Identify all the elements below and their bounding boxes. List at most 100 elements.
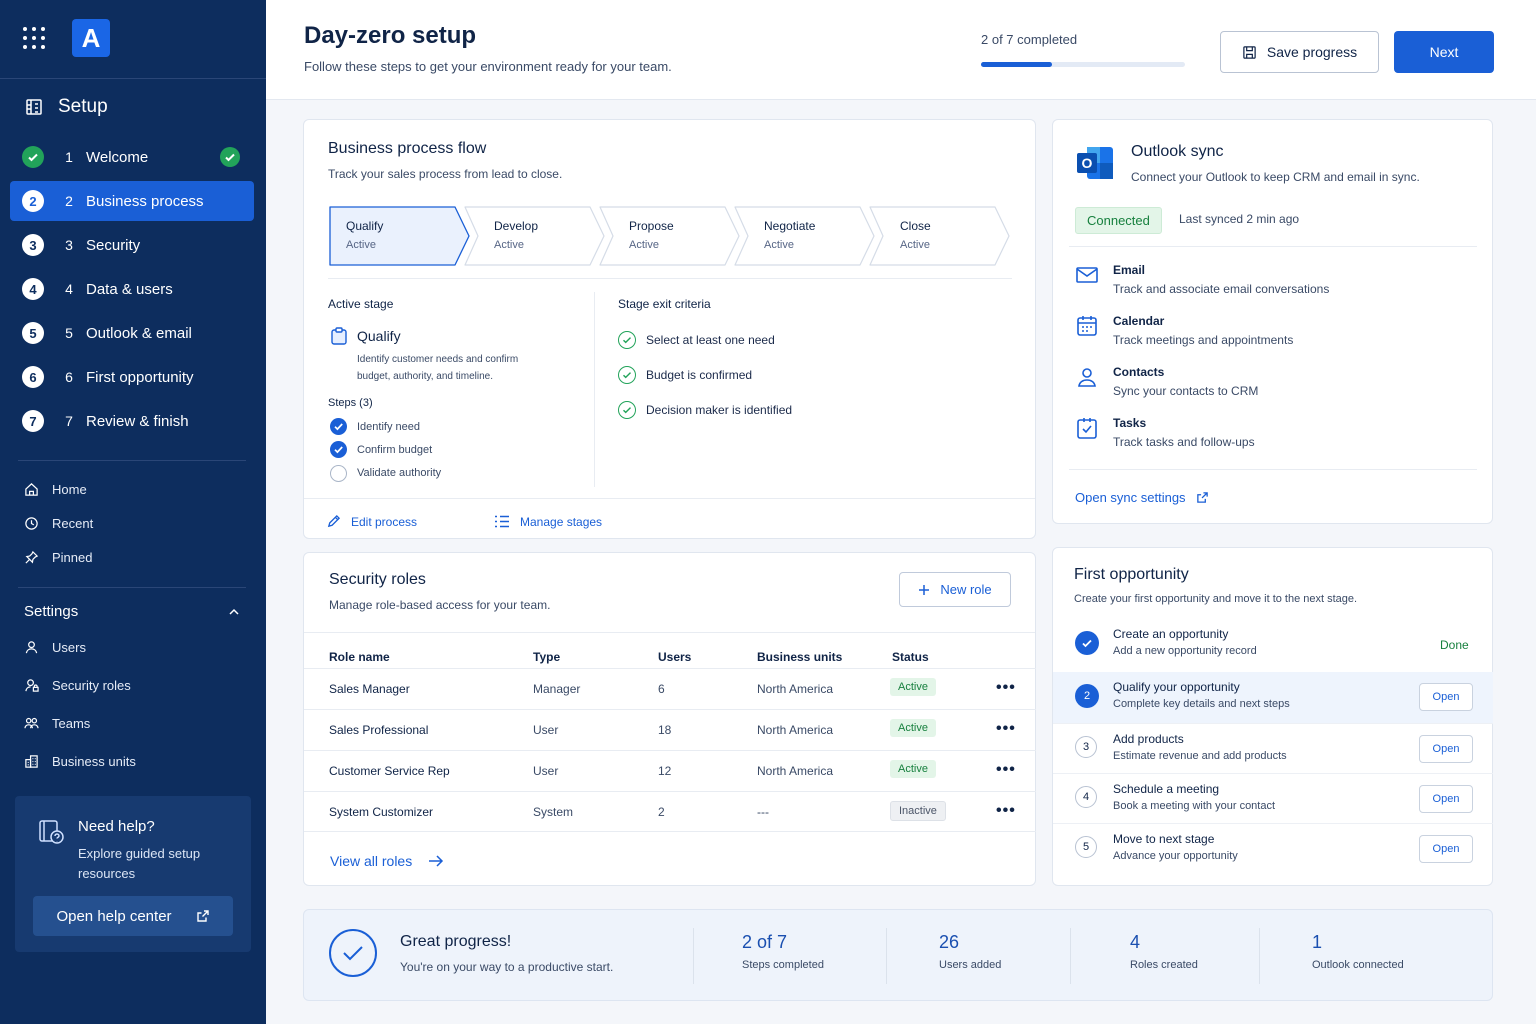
nav-pinned[interactable]: Pinned: [24, 550, 92, 565]
sidebar-step-data-users[interactable]: 4 4 Data & users: [10, 269, 254, 309]
settings-item-security-roles[interactable]: Security roles: [24, 678, 131, 693]
column-header[interactable]: Status: [892, 650, 929, 664]
more-options-icon[interactable]: •••: [996, 720, 1016, 738]
opportunity-step[interactable]: 5 Move to next stage Advance your opport…: [1053, 823, 1493, 875]
step-checkbox-identify-need[interactable]: [330, 418, 347, 435]
settings-header[interactable]: Settings: [24, 603, 240, 620]
card-title: Security roles: [329, 571, 426, 588]
table-row[interactable]: Customer Service Rep User 12 North Ameri…: [304, 750, 1036, 791]
opportunity-step[interactable]: 4 Schedule a meeting Book a meeting with…: [1053, 773, 1493, 825]
open-button[interactable]: Open: [1419, 683, 1473, 711]
people-icon: [24, 717, 39, 729]
completed-check-icon: [220, 147, 240, 167]
column-header[interactable]: Role name: [329, 650, 390, 664]
opportunity-step[interactable]: 2 Qualify your opportunity Complete key …: [1053, 672, 1493, 724]
sidebar-step-first-opportunity[interactable]: 6 6 First opportunity: [10, 357, 254, 397]
app-logo[interactable]: A: [72, 19, 110, 57]
view-all-roles-link[interactable]: View all roles: [330, 853, 444, 869]
help-book-icon: [39, 820, 64, 844]
column-header[interactable]: Users: [658, 650, 691, 664]
sidebar-step-security[interactable]: 3 3 Security: [10, 225, 254, 265]
sidebar-step-business-process[interactable]: 2 2 Business process: [10, 181, 254, 221]
progress-text: 2 of 7 completed: [981, 32, 1078, 47]
done-check-icon: [22, 146, 44, 168]
sidebar-step-review-finish[interactable]: 7 7 Review & finish: [10, 401, 254, 441]
external-link-icon: [196, 910, 209, 922]
stat-steps-completed: 2 of 7 Steps completed: [742, 932, 824, 971]
card-subtitle: Track your sales process from lead to cl…: [328, 167, 563, 181]
role-type: User: [533, 723, 559, 737]
save-progress-button[interactable]: Save progress: [1220, 31, 1379, 73]
next-button[interactable]: Next: [1394, 31, 1494, 73]
sidebar-step-welcome[interactable]: 1 Welcome: [10, 137, 254, 177]
new-role-button[interactable]: New role: [899, 572, 1011, 607]
more-options-icon[interactable]: •••: [996, 802, 1016, 820]
settings-item-business-units[interactable]: Business units: [24, 754, 136, 769]
column-header[interactable]: Business units: [757, 650, 842, 664]
step-label: Data & users: [86, 280, 173, 298]
more-options-icon[interactable]: •••: [996, 761, 1016, 779]
open-button[interactable]: Open: [1419, 785, 1473, 813]
step-number: 3: [65, 237, 73, 253]
sidebar-step-outlook-email[interactable]: 5 5 Outlook & email: [10, 313, 254, 353]
open-help-center-button[interactable]: Open help center: [33, 896, 233, 936]
help-panel: Need help? Explore guided setup resource…: [15, 796, 251, 952]
role-type: User: [533, 764, 559, 778]
clock-icon: [25, 517, 38, 530]
more-options-icon[interactable]: •••: [996, 679, 1016, 697]
feature-calendar: Calendar Track meetings and appointments: [1075, 314, 1293, 347]
column-header[interactable]: Type: [533, 650, 560, 664]
step-circle: 7: [22, 410, 44, 432]
external-link-icon: [1196, 492, 1208, 503]
opportunity-step[interactable]: Create an opportunity Add a new opportun…: [1053, 619, 1493, 671]
settings-item-teams[interactable]: Teams: [24, 716, 90, 731]
outlook-icon: O: [1077, 147, 1113, 179]
nav-home[interactable]: Home: [24, 482, 87, 497]
role-type: System: [533, 805, 574, 819]
help-title: Need help?: [78, 818, 155, 835]
edit-process-link[interactable]: Edit process: [326, 514, 417, 529]
app-launcher-icon[interactable]: [22, 26, 46, 50]
task-icon: [1077, 418, 1097, 439]
step-label: Outlook & email: [86, 324, 192, 342]
feature-email: Email Track and associate email conversat…: [1075, 263, 1329, 296]
stat-roles-created: 4 Roles created: [1130, 932, 1198, 971]
step-number: 6: [65, 369, 73, 385]
settings-item-users[interactable]: Users: [24, 640, 86, 655]
summary-subtitle: You're on your way to a productive start…: [400, 960, 614, 974]
help-description: Explore guided setup resources: [78, 846, 201, 881]
table-row[interactable]: Sales Manager Manager 6 North America Ac…: [304, 668, 1036, 709]
card-subtitle: Create your first opportunity and move i…: [1074, 593, 1358, 605]
role-type: Manager: [533, 682, 581, 696]
stage-develop[interactable]: Develop Active: [464, 206, 609, 266]
stage-qualify[interactable]: Qualify Active: [329, 206, 474, 266]
manage-stages-link[interactable]: Manage stages: [494, 514, 602, 529]
steps-count-label: Steps (3): [328, 397, 373, 409]
step-circle: 2: [22, 190, 44, 212]
card-title: Business process flow: [328, 140, 487, 157]
step-checkbox-confirm-budget[interactable]: [330, 441, 347, 458]
status-badge: Active: [890, 678, 936, 696]
step-label: Business process: [86, 192, 204, 210]
connected-status-badge: Connected: [1075, 207, 1162, 234]
role-name: Sales Professional: [329, 723, 429, 737]
opportunity-step[interactable]: 3 Add products Estimate revenue and add …: [1053, 723, 1493, 775]
svg-text:O: O: [1082, 155, 1093, 171]
security-roles-card: Security roles Manage role-based access …: [303, 552, 1036, 886]
nav-recent[interactable]: Recent: [24, 516, 93, 531]
table-row[interactable]: System Customizer System 2 --- Inactive …: [304, 791, 1036, 832]
step-checkbox-validate-authority[interactable]: [330, 465, 347, 482]
open-button[interactable]: Open: [1419, 735, 1473, 763]
open-button[interactable]: Open: [1419, 835, 1473, 863]
open-sync-settings-link[interactable]: Open sync settings: [1075, 490, 1209, 505]
card-subtitle: Manage role-based access for your team.: [329, 598, 551, 612]
role-unit: ---: [757, 805, 769, 819]
criteria-item: Select at least one need: [618, 331, 775, 349]
summary-title: Great progress!: [400, 933, 512, 950]
stage-propose[interactable]: Propose Active: [599, 206, 744, 266]
stage-negotiate[interactable]: Negotiate Active: [734, 206, 879, 266]
stage-close[interactable]: Close Active: [869, 206, 1014, 266]
table-row[interactable]: Sales Professional User 18 North America…: [304, 709, 1036, 750]
step-label: Security: [86, 236, 141, 254]
progress-bar-fill: [981, 62, 1053, 67]
